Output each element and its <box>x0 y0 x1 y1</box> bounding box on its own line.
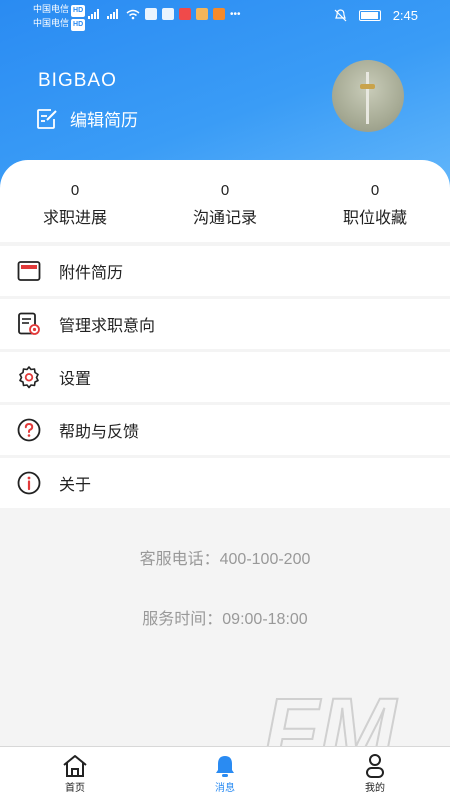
signal-icon <box>88 9 99 19</box>
app-notification-icon <box>179 8 191 20</box>
question-icon <box>16 417 42 443</box>
nav-label: 消息 <box>215 783 235 794</box>
folder-icon <box>16 258 42 284</box>
nav-messages[interactable]: 消息 <box>150 747 300 800</box>
app-notification-icon <box>145 8 157 20</box>
username: BIGBAO <box>38 70 117 91</box>
edit-icon <box>37 108 57 129</box>
nav-label: 我的 <box>365 783 385 794</box>
battery-icon <box>358 10 381 21</box>
wifi-icon <box>126 9 140 19</box>
home-icon <box>0 753 150 779</box>
avatar[interactable] <box>332 60 404 132</box>
app-notification-icon <box>196 8 208 20</box>
video-icon <box>213 8 225 20</box>
stat-count: 0 <box>220 182 230 199</box>
stat-count: 0 <box>70 182 80 199</box>
menu-item-label: 设置 <box>59 371 92 388</box>
stat-job-favorites[interactable]: 0 职位收藏 <box>300 160 450 242</box>
stats-card: 0 求职进展 0 沟通记录 0 职位收藏 <box>0 160 450 242</box>
menu-item-help-feedback[interactable]: 帮助与反馈 <box>0 405 450 455</box>
menu-item-label: 管理求职意向 <box>59 318 156 335</box>
chat-icon <box>162 8 174 20</box>
status-bar: 中国电信 HD 中国电信 HD ••• 2:45 <box>0 0 450 32</box>
menu-item-label: 附件简历 <box>59 265 124 282</box>
customer-service-phone: 客服电话：400-100-200 <box>139 551 311 568</box>
bottom-navigation: 首页 消息 我的 <box>0 746 450 800</box>
clock: 2:45 <box>392 8 418 23</box>
more-notifications-icon: ••• <box>230 8 241 20</box>
stat-job-progress[interactable]: 0 求职进展 <box>0 160 150 242</box>
nav-home[interactable]: 首页 <box>0 747 150 800</box>
carrier-1: 中国电信 <box>33 4 70 14</box>
avatar-image-detail <box>360 84 375 89</box>
bell-icon <box>150 753 300 779</box>
edit-resume-button[interactable]: 编辑简历 <box>36 106 138 131</box>
hd-badge: HD <box>71 19 86 31</box>
nav-mine[interactable]: 我的 <box>300 747 450 800</box>
stat-communication-records[interactable]: 0 沟通记录 <box>150 160 300 242</box>
menu-item-manage-job-intention[interactable]: 管理求职意向 <box>0 299 450 349</box>
avatar-image-tower <box>366 72 369 124</box>
stat-label: 职位收藏 <box>342 210 407 227</box>
menu-item-attached-resume[interactable]: 附件简历 <box>0 246 450 296</box>
stat-label: 沟通记录 <box>192 210 257 227</box>
status-right: 2:45 <box>334 8 418 23</box>
menu-item-settings[interactable]: 设置 <box>0 352 450 402</box>
menu-list: 附件简历 管理求职意向 设置 帮助与反馈 关于 <box>0 246 450 511</box>
stat-label: 求职进展 <box>42 210 107 227</box>
nav-label: 首页 <box>65 783 85 794</box>
stat-count: 0 <box>370 182 380 199</box>
document-settings-icon <box>16 311 42 337</box>
service-hours: 服务时间：09:00-18:00 <box>142 611 308 628</box>
carrier-info: 中国电信 HD 中国电信 HD <box>33 3 86 31</box>
menu-item-label: 关于 <box>59 477 92 494</box>
notification-icons: ••• <box>88 8 241 20</box>
signal-icon <box>107 9 118 19</box>
menu-item-about[interactable]: 关于 <box>0 458 450 508</box>
carrier-2: 中国电信 <box>33 18 70 28</box>
hd-badge: HD <box>71 5 86 17</box>
info-icon <box>16 470 42 496</box>
menu-item-label: 帮助与反馈 <box>59 424 140 441</box>
gear-icon <box>16 364 42 390</box>
edit-resume-label: 编辑简历 <box>70 111 138 130</box>
person-icon <box>300 753 450 779</box>
mute-icon <box>334 9 347 22</box>
